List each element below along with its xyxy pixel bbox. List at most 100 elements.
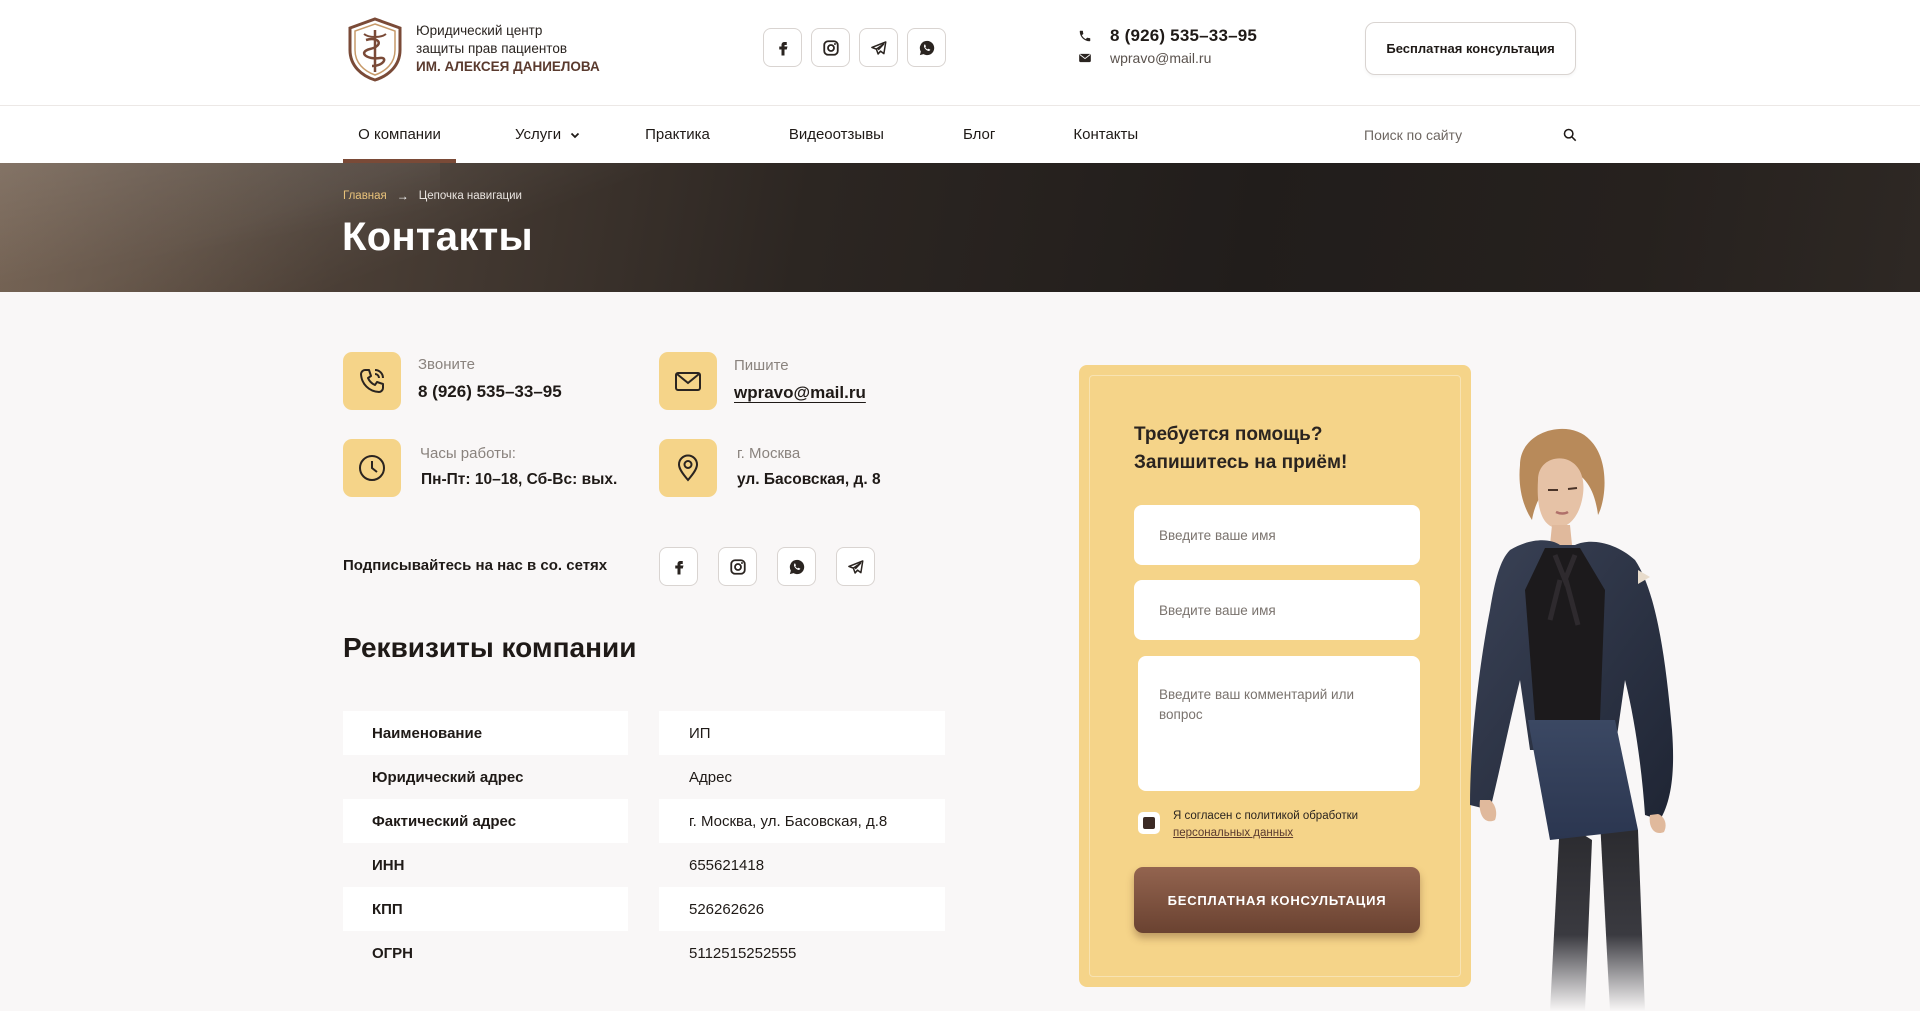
breadcrumb-arrow-icon: → [396,189,409,203]
privacy-policy-link[interactable]: персональных данных [1173,825,1393,842]
instagram-button[interactable] [718,547,757,586]
logo-line-2: защиты прав пациентов [416,41,567,56]
form-title: Требуется помощь? Запишитесь на приём! [1134,421,1434,477]
requisite-key: КПП [343,887,628,931]
breadcrumb-home-link[interactable]: Главная [343,190,387,202]
logo-line-1: Юридический центр [416,23,543,38]
phone-tile [343,352,401,410]
whatsapp-button[interactable] [777,547,816,586]
hours-value: Пн-Пт: 10–18, Сб-Вс: вых. [421,471,618,488]
location-pin-icon [677,454,699,482]
requisite-value: ИП [659,711,945,755]
logo-line-3: ИМ. АЛЕКСЕЯ ДАНИЕЛОВА [416,59,600,74]
city-label: г. Москва [737,445,801,462]
facebook-button[interactable] [763,28,802,67]
phone-call-icon [360,369,384,393]
whatsapp-icon [919,40,934,55]
call-label: Звоните [418,356,475,373]
breadcrumb-current: Цепочка навигации [418,190,522,202]
requisite-value: 655621418 [689,856,765,874]
table-row: КПП 526262626 [343,887,945,931]
telegram-button[interactable] [859,28,898,67]
name-input[interactable] [1134,505,1420,565]
header-socials [763,28,946,67]
subscribe-label: Подписывайтесь на нас в со. сетях [343,557,608,574]
nav-item-about[interactable]: О компании [343,106,456,163]
whatsapp-icon [789,559,804,574]
envelope-icon [675,372,701,391]
mail-icon [1079,53,1091,63]
mail-tile [659,352,717,410]
telegram-button[interactable] [836,547,875,586]
requisites-title: Реквизиты компании [343,632,637,663]
location-tile [659,439,717,497]
whatsapp-button[interactable] [907,28,946,67]
call-value-link[interactable]: 8 (926) 535–33–95 [418,382,562,402]
requisite-value: г. Москва, ул. Басовская, д.8 [659,799,945,843]
site-header: Юридический центр защиты прав пациентов … [0,0,1920,106]
consent-checkbox[interactable] [1138,812,1160,834]
header-email-link[interactable]: wpravo@mail.ru [1110,50,1211,66]
search-icon[interactable] [1563,128,1577,142]
table-row: ИНН 655621418 [343,843,945,887]
page-hero: Главная → Цепочка навигации Контакты [0,163,1920,292]
facebook-icon [674,560,683,574]
consent-label: Я согласен с политикой обработки [1173,810,1359,822]
nav-item-contacts[interactable]: Контакты [1073,106,1138,163]
phone-icon [1079,30,1091,42]
requisite-key: Фактический адрес [343,799,628,843]
requisite-key: ИНН [372,856,405,874]
nav-item-services-label: Услуги [515,126,562,143]
table-row: Юридический адрес Адрес [343,755,945,799]
table-row: Фактический адрес г. Москва, ул. Басовск… [343,799,945,843]
header-phone-link[interactable]: 8 (926) 535–33–95 [1110,26,1257,46]
logo-shield-icon [348,17,402,82]
form-title-line-2: Запишитесь на приём! [1134,452,1348,473]
table-row: ОГРН 5112515252555 [343,931,945,975]
breadcrumb: Главная → Цепочка навигации [343,189,522,203]
requisite-key: Юридический адрес [372,768,524,786]
telegram-icon [870,40,886,55]
hours-tile [343,439,401,497]
form-title-line-1: Требуется помощь? [1134,424,1323,445]
free-consultation-button-header[interactable]: Бесплатная консультация [1365,22,1576,75]
table-row: Наименование ИП [343,711,945,755]
comment-textarea[interactable] [1138,656,1420,791]
requisites-table: Наименование ИП Юридический адрес Адрес … [343,711,945,975]
nav-item-practice[interactable]: Практика [645,106,710,163]
main-nav: О компании Услуги Практика Видеоотзывы Б… [0,106,1920,163]
consent-text: Я согласен с политикой обработки персона… [1173,808,1393,842]
requisite-value: 5112515252555 [689,944,797,962]
write-label: Пишите [734,357,789,374]
logo-text: Юридический центр защиты прав пациентов … [416,22,600,76]
nav-item-services[interactable]: Услуги [515,106,581,163]
instagram-button[interactable] [811,28,850,67]
content-socials [659,547,875,586]
logo[interactable]: Юридический центр защиты прав пациентов … [344,16,600,82]
header-contacts: 8 (926) 535–33–95 wpravo@mail.ru [1078,26,1257,66]
lawyer-photo [1470,428,1674,1011]
instagram-icon [729,558,746,575]
nav-items: О компании Услуги Практика Видеоотзывы Б… [343,106,1138,163]
free-consultation-submit-button[interactable]: БЕСПЛАТНАЯ КОНСУЛЬТАЦИЯ [1134,867,1420,933]
checkbox-check-mark [1143,817,1155,829]
telegram-icon [847,559,863,574]
requisite-key: Наименование [343,711,628,755]
nav-item-blog[interactable]: Блог [963,106,995,163]
requisite-value: 526262626 [659,887,945,931]
requisite-value: Адрес [689,768,732,786]
facebook-icon [778,41,787,55]
name-input-2[interactable] [1134,580,1420,640]
clock-icon [359,455,385,481]
address-value: ул. Басовская, д. 8 [737,471,881,488]
site-search [1364,120,1577,150]
search-input[interactable] [1364,120,1564,150]
requisite-key: ОГРН [372,944,414,962]
hours-label: Часы работы: [420,445,516,462]
page-title: Контакты [342,215,534,259]
facebook-button[interactable] [659,547,698,586]
nav-item-video-reviews[interactable]: Видеоотзывы [789,106,884,163]
chevron-down-icon [571,132,580,138]
write-value-link[interactable]: wpravo@mail.ru [734,383,866,403]
instagram-icon [822,39,839,56]
